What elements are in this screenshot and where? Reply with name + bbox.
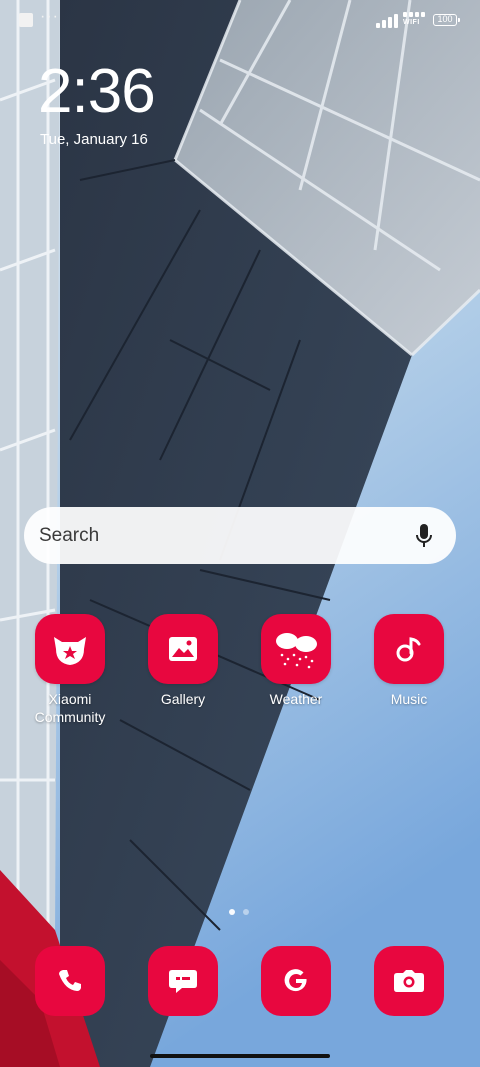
wifi-icon: WIFI [403,12,429,32]
page-dot-active [229,909,235,915]
notification-square-icon [19,13,33,27]
page-indicator [229,909,249,915]
app-weather[interactable]: Weather [241,614,351,708]
weather-icon [261,614,331,684]
mic-icon[interactable] [412,521,436,551]
network-label: WIFI [403,19,420,26]
date: Tue, January 16 [40,131,148,148]
more-dots-icon: ··· [40,8,59,25]
app-xiaomi-community[interactable]: Xiaomi Community [15,614,125,726]
search-label: Search [39,524,100,546]
app-label: Gallery [160,691,206,707]
messages-icon [169,970,197,993]
dock-google-app[interactable] [261,946,331,1016]
gallery-icon [148,614,218,684]
dock-camera-app[interactable] [374,946,444,1016]
phone-icon [59,970,81,991]
app-label: Music [390,691,428,707]
google-icon [284,969,307,992]
battery-icon: 100 [433,14,460,26]
app-music[interactable]: Music [354,614,464,708]
app-label: Weather [269,691,323,707]
status-bar: ··· WIFI 100 [0,0,480,40]
music-icon [374,614,444,684]
search-bar[interactable]: Search [24,507,456,564]
dock-messages-app[interactable] [148,946,218,1016]
dock-phone-app[interactable] [35,946,105,1016]
page-dot [243,909,249,915]
camera-icon [394,970,424,992]
app-gallery[interactable]: Gallery [128,614,238,708]
xiaomi-community-icon [35,614,105,684]
home-gesture-bar[interactable] [150,1054,330,1058]
signal-icon [376,14,398,28]
clock[interactable]: 2:36 [38,56,156,127]
app-label: Xiaomi Community [34,691,106,725]
